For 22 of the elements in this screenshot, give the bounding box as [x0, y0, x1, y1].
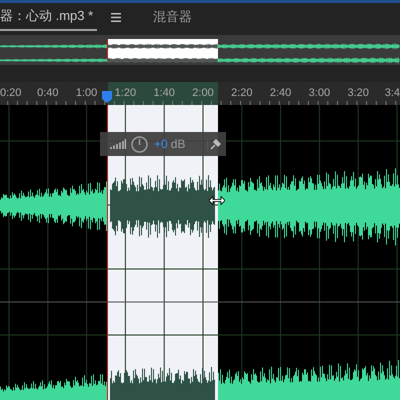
- time-label: 1:00: [76, 86, 98, 101]
- gain-unit: dB: [170, 136, 186, 153]
- time-label: 2:20: [231, 86, 252, 101]
- time-label: 2:00: [192, 86, 214, 101]
- time-ruler[interactable]: 0:20 0:40 1:00 1:20 1:40 2:00 2:20 2:40 3:00 3:20 3:4: [0, 82, 400, 105]
- ruler-selection[interactable]: [108, 82, 218, 105]
- time-label: 0:40: [37, 86, 58, 101]
- overview-strip[interactable]: [0, 35, 400, 65]
- volume-knob[interactable]: [131, 136, 148, 152]
- tab[interactable]: 混音器: [145, 3, 200, 31]
- time-label: 0:20: [0, 86, 22, 101]
- time-label: 2:40: [270, 86, 292, 101]
- level-bars-icon: [110, 139, 126, 149]
- time-label: 1:20: [114, 86, 136, 101]
- menu-icon[interactable]: [111, 12, 122, 22]
- resize-cursor-icon: [209, 196, 225, 205]
- time-label: 3:20: [347, 86, 369, 101]
- time-label: 3:4: [384, 86, 400, 101]
- tab[interactable]: 器：心动 .mp3 *: [0, 3, 98, 31]
- time-label: 1:40: [153, 86, 175, 101]
- time-label: 3:00: [308, 86, 330, 101]
- playhead-marker[interactable]: [102, 91, 112, 103]
